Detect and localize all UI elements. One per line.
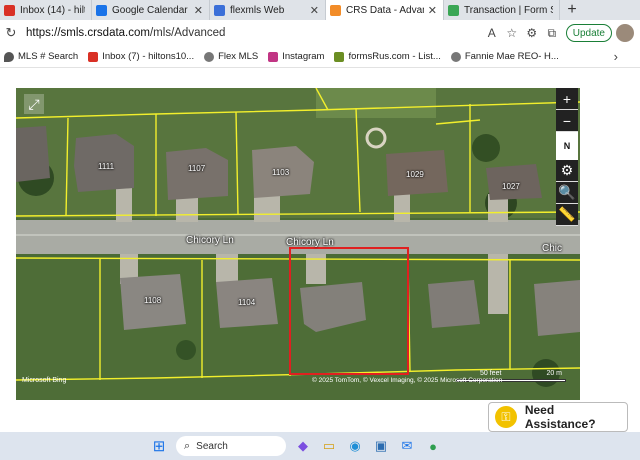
flexmls-icon bbox=[214, 4, 225, 16]
need-assistance-button[interactable]: ⚿ Need Assistance? bbox=[488, 402, 628, 432]
chrome-icon[interactable]: ● bbox=[422, 435, 444, 457]
file-explorer-icon[interactable]: ▭ bbox=[318, 435, 340, 457]
mail-icon[interactable]: ✉ bbox=[396, 435, 418, 457]
close-icon[interactable]: ✕ bbox=[194, 4, 203, 17]
zoom-in-button[interactable]: + bbox=[556, 88, 578, 110]
new-tab-button[interactable]: + bbox=[560, 0, 584, 20]
key-icon: ⚿ bbox=[495, 406, 517, 428]
page-content: 1111 1107 1103 1029 1027 1108 1104 Chico… bbox=[0, 68, 640, 432]
tab-title: Transaction | Form Sin... bbox=[464, 4, 553, 16]
tab-strip: Inbox (14) - hiltons10... Google Calenda… bbox=[0, 0, 640, 20]
calendar-icon bbox=[96, 4, 107, 16]
fullscreen-icon[interactable]: ⤢ bbox=[24, 94, 44, 114]
bookmark-inbox[interactable]: Inbox (7) - hiltons10... bbox=[88, 51, 194, 62]
address-bar: ↻ https://smls.crsdata.com/mls/Advanced … bbox=[0, 20, 640, 46]
gear-icon[interactable]: ⚙ bbox=[556, 160, 578, 182]
map-copyright: © 2025 TomTom, © Vexcel Imaging, © 2025 … bbox=[312, 377, 503, 384]
url-path: /mls/Advanced bbox=[149, 27, 226, 39]
scale-feet: 50 feet bbox=[480, 370, 502, 377]
windows-start-icon[interactable]: ⊞ bbox=[148, 435, 170, 457]
bookmark-fannie-mae[interactable]: Fannie Mae REO- H... bbox=[450, 51, 559, 62]
bookmark-label: Flex MLS bbox=[218, 51, 259, 62]
url-host: https://smls.crsdata.com bbox=[26, 27, 150, 39]
bookmark-label: MLS # Search bbox=[18, 51, 79, 62]
close-icon[interactable]: ✕ bbox=[310, 4, 319, 17]
chevron-right-icon[interactable]: › bbox=[614, 49, 618, 64]
bookmark-label: Instagram bbox=[282, 51, 325, 62]
tab-flexmls[interactable]: flexmls Web ✕ bbox=[210, 0, 326, 20]
bookmark-flex-mls[interactable]: Flex MLS bbox=[204, 51, 258, 62]
document-icon bbox=[448, 4, 459, 16]
gmail-icon bbox=[88, 51, 99, 62]
favorite-star-icon[interactable]: ☆ bbox=[502, 26, 522, 40]
taskbar-search[interactable]: ⌕ Search bbox=[176, 436, 286, 456]
bookmark-label: formsRus.com - List... bbox=[348, 51, 441, 62]
search-icon: ⌕ bbox=[184, 439, 191, 452]
globe-icon bbox=[450, 51, 461, 62]
tab-title: Google Calendar - Tu... bbox=[112, 4, 190, 16]
taskbar: ⊞ ⌕ Search ◆ ▭ ◉ ▣ ✉ ● bbox=[0, 432, 640, 460]
tab-inbox[interactable]: Inbox (14) - hiltons10... bbox=[0, 0, 92, 20]
street-label: Chicory Ln bbox=[286, 237, 334, 248]
close-icon[interactable]: ✕ bbox=[428, 4, 437, 17]
tab-google-calendar[interactable]: Google Calendar - Tu... ✕ bbox=[92, 0, 210, 20]
map-controls: + − N ⚙ 🔍 📏 bbox=[556, 88, 578, 256]
zoom-out-button[interactable]: − bbox=[556, 110, 578, 132]
url-field[interactable]: https://smls.crsdata.com/mls/Advanced bbox=[26, 27, 482, 39]
lot-number: 1104 bbox=[238, 298, 256, 307]
extensions-icon[interactable]: ⚙ bbox=[522, 26, 542, 40]
bookmark-formsrus[interactable]: formsRus.com - List... bbox=[334, 51, 441, 62]
assist-label: Need Assistance? bbox=[524, 403, 596, 431]
search-icon[interactable]: 🔍 bbox=[556, 182, 578, 204]
lot-number: 1111 bbox=[98, 162, 115, 171]
read-aloud-icon[interactable]: A bbox=[482, 26, 502, 40]
collections-icon[interactable]: ⧉ bbox=[542, 26, 562, 41]
ruler-icon[interactable]: 📏 bbox=[556, 204, 578, 226]
avatar[interactable] bbox=[616, 24, 634, 42]
scale-meters: 20 m bbox=[546, 370, 562, 377]
bookmark-mls-search[interactable]: MLS # Search bbox=[4, 51, 78, 62]
tab-title: Inbox (14) - hiltons10... bbox=[20, 4, 85, 16]
lot-number: 1103 bbox=[272, 168, 290, 177]
tab-title: flexmls Web bbox=[230, 4, 285, 16]
tab-crs-data[interactable]: CRS Data - Advanced ✕ bbox=[326, 0, 444, 20]
store-icon[interactable]: ▣ bbox=[370, 435, 392, 457]
globe-icon bbox=[204, 51, 215, 62]
bookmark-instagram[interactable]: Instagram bbox=[268, 51, 324, 62]
bookmarks-bar: MLS # Search Inbox (7) - hiltons10... Fl… bbox=[0, 46, 640, 68]
search-label: Search bbox=[196, 440, 228, 452]
bing-logo: Microsoft Bing bbox=[22, 377, 67, 384]
copilot-icon[interactable]: ◆ bbox=[292, 435, 314, 457]
edge-icon[interactable]: ◉ bbox=[344, 435, 366, 457]
lot-number: 1108 bbox=[144, 296, 162, 305]
pin-icon bbox=[4, 51, 14, 62]
lot-number: 1027 bbox=[502, 182, 520, 191]
compass-icon[interactable]: N bbox=[556, 132, 578, 160]
bookmark-label: Inbox (7) - hiltons10... bbox=[102, 51, 195, 62]
forms-icon bbox=[334, 51, 345, 62]
crs-icon bbox=[330, 4, 341, 16]
lot-number: 1107 bbox=[188, 164, 206, 173]
gmail-icon bbox=[4, 4, 15, 16]
tab-title: CRS Data - Advanced bbox=[346, 4, 424, 16]
bookmark-label: Fannie Mae REO- H... bbox=[464, 51, 559, 62]
refresh-icon[interactable]: ↻ bbox=[0, 25, 22, 41]
aerial-map[interactable]: 1111 1107 1103 1029 1027 1108 1104 Chico… bbox=[16, 88, 580, 400]
street-label: Chicory Ln bbox=[186, 235, 234, 246]
lot-number: 1029 bbox=[406, 170, 424, 179]
tab-transaction[interactable]: Transaction | Form Sin... bbox=[444, 0, 560, 20]
instagram-icon bbox=[268, 51, 279, 62]
update-button[interactable]: Update bbox=[565, 24, 612, 42]
